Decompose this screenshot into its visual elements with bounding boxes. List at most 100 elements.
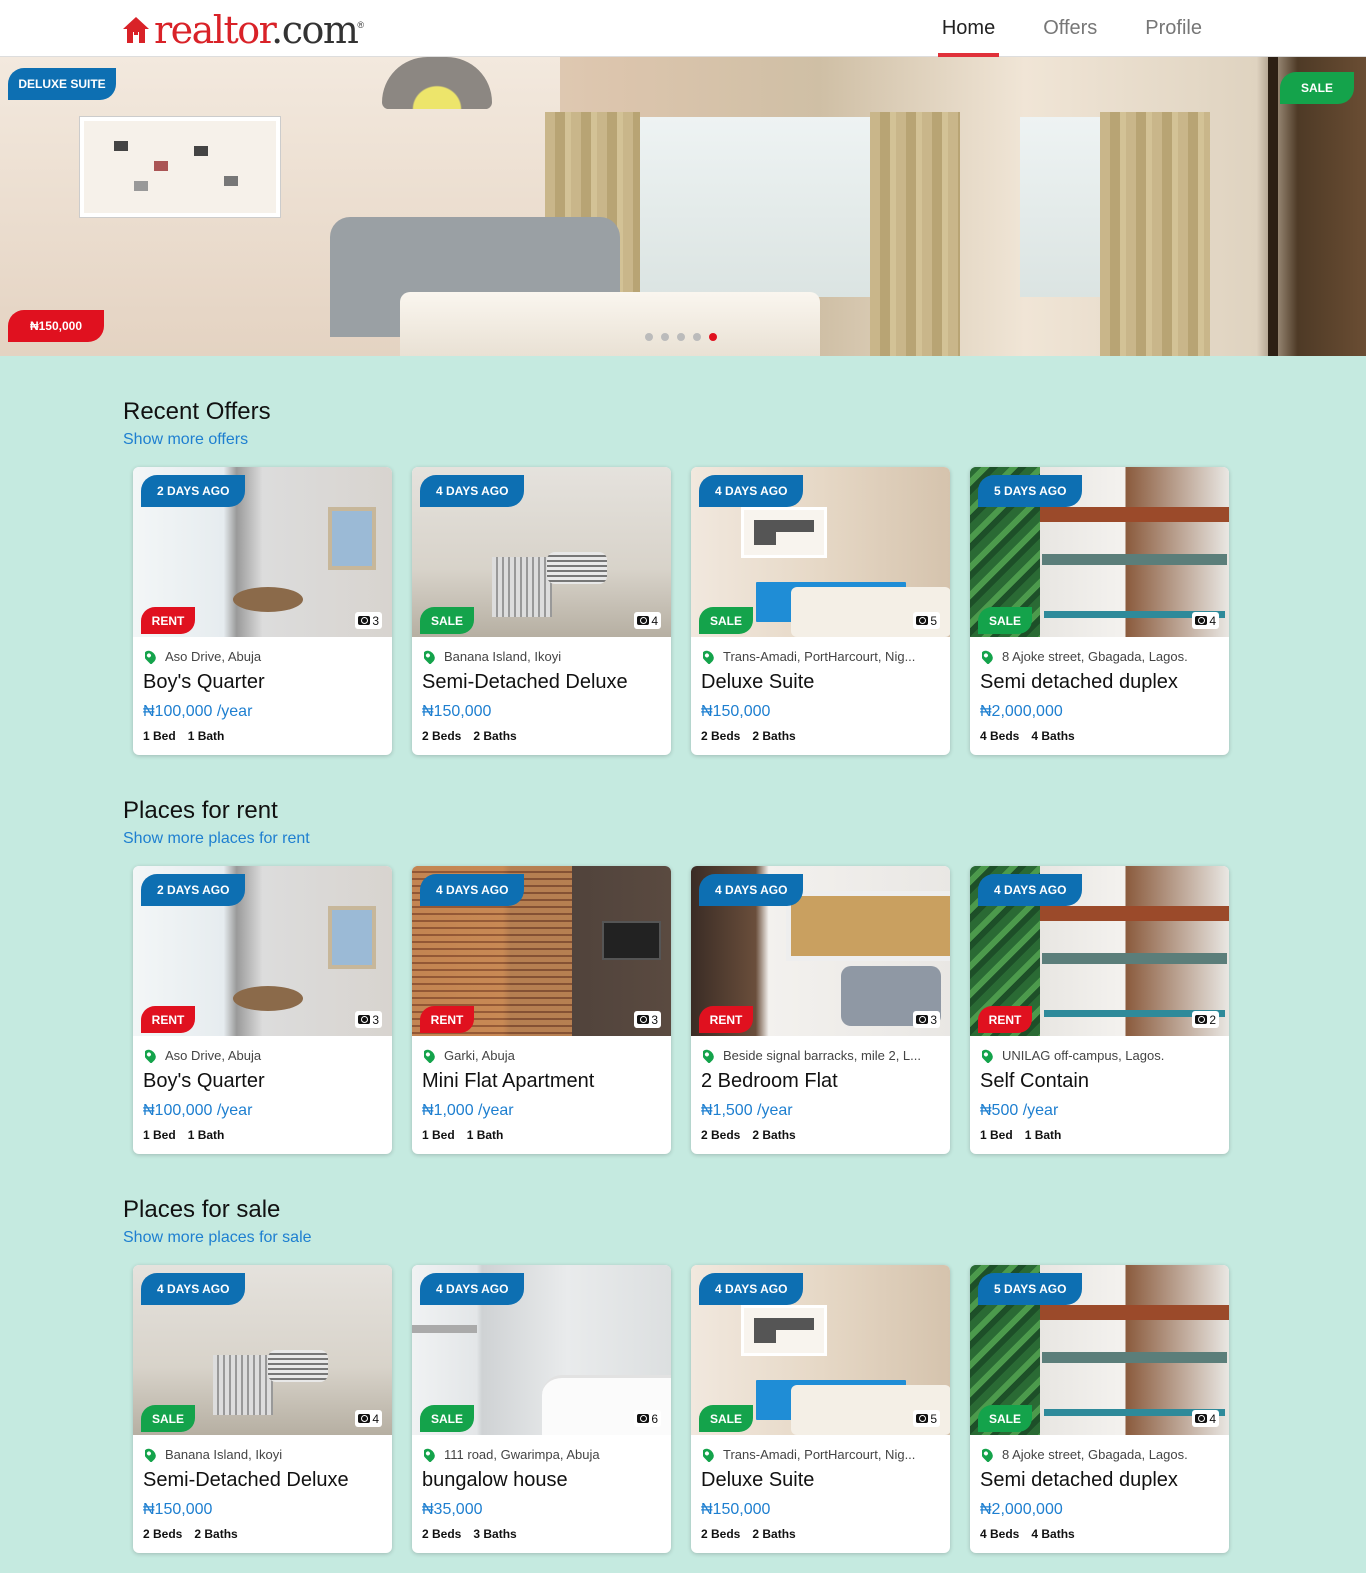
listing-card[interactable]: 4 DAYS AGO RENT 3 Garki, Abuja Mini Flat Apa… xyxy=(412,866,671,1154)
listed-ago-badge: 4 DAYS AGO xyxy=(420,1273,525,1305)
camera-icon xyxy=(637,1015,650,1024)
listing-title[interactable]: Self Contain xyxy=(980,1070,1089,1093)
listing-price: ₦500 /year xyxy=(980,1102,1059,1119)
listing-card[interactable]: 5 DAYS AGO SALE 4 8 Ajoke street, Gbagada, … xyxy=(970,1265,1229,1553)
listing-card[interactable]: 4 DAYS AGO SALE 5 Trans-Amadi, PortHarcourt… xyxy=(691,467,950,755)
listing-card[interactable]: 2 DAYS AGO RENT 3 Aso Drive, Abuja Boy's Qua… xyxy=(133,467,392,755)
listing-card[interactable]: 4 DAYS AGO RENT 3 Beside signal barracks, m… xyxy=(691,866,950,1154)
listing-price: ₦35,000 xyxy=(422,1501,483,1518)
listing-location: Banana Island, Ikoyi xyxy=(145,1447,385,1462)
map-pin-icon xyxy=(424,1048,438,1063)
listing-card[interactable]: 4 DAYS AGO SALE 4 Banana Island, Ikoyi Semi-… xyxy=(412,467,671,755)
realtor-logo[interactable]: realtor.com ® xyxy=(122,10,364,50)
hero-image-window xyxy=(640,117,870,297)
listing-card[interactable]: 2 DAYS AGO RENT 3 Aso Drive, Abuja Boy's Qua… xyxy=(133,866,392,1154)
listing-card[interactable]: 4 DAYS AGO SALE 6 111 road, Gwarimpa, Abuja… xyxy=(412,1265,671,1553)
listing-rooms: 2 Beds 2 Baths xyxy=(701,1527,796,1541)
listing-baths: 2 Baths xyxy=(752,1527,796,1541)
show-more-sale-link[interactable]: Show more places for sale xyxy=(123,1229,312,1247)
listed-ago-badge: 2 DAYS AGO xyxy=(141,475,246,507)
listing-rooms: 2 Beds 2 Baths xyxy=(701,1128,796,1142)
listing-beds: 1 Bed xyxy=(422,1128,455,1142)
listed-ago-badge: 4 DAYS AGO xyxy=(699,1273,804,1305)
hero-slide-divider xyxy=(1268,57,1278,356)
listing-rooms: 4 Beds 4 Baths xyxy=(980,1527,1075,1541)
photo-count: 5 xyxy=(913,1410,940,1427)
photo-count: 2 xyxy=(1192,1011,1219,1028)
listing-title[interactable]: 2 Bedroom Flat xyxy=(701,1070,838,1093)
listing-title[interactable]: Boy's Quarter xyxy=(143,671,265,694)
photo-count-value: 5 xyxy=(930,613,937,628)
listing-title[interactable]: Semi-Detached Deluxe xyxy=(422,671,628,694)
listing-baths: 2 Baths xyxy=(752,729,796,743)
map-pin-icon xyxy=(424,649,438,664)
listing-title[interactable]: Mini Flat Apartment xyxy=(422,1070,594,1093)
nav-home[interactable]: Home xyxy=(918,0,1019,57)
listing-title[interactable]: Semi detached duplex xyxy=(980,671,1178,694)
carousel-dot[interactable] xyxy=(677,333,685,341)
listing-card[interactable]: 4 DAYS AGO RENT 2 UNILAG off-campus, Lagos.… xyxy=(970,866,1229,1154)
listing-beds: 2 Beds xyxy=(422,1527,462,1541)
listing-baths: 2 Baths xyxy=(752,1128,796,1142)
listing-baths: 3 Baths xyxy=(473,1527,517,1541)
camera-icon xyxy=(358,1414,371,1423)
hero-status-tag: SALE xyxy=(1280,72,1354,104)
logo-wordmark: realtor.com xyxy=(154,8,359,52)
listing-location: Trans-Amadi, PortHarcourt, Nig... xyxy=(703,649,943,664)
hero-price-tag: ₦150,000 xyxy=(8,310,104,342)
listing-rooms: 2 Beds 2 Baths xyxy=(422,729,517,743)
carousel-dots xyxy=(645,333,717,341)
photo-count-value: 3 xyxy=(372,1012,379,1027)
camera-icon xyxy=(358,616,371,625)
nav-profile[interactable]: Profile xyxy=(1121,0,1226,57)
carousel-dot[interactable] xyxy=(661,333,669,341)
listing-title[interactable]: Boy's Quarter xyxy=(143,1070,265,1093)
listing-baths: 4 Baths xyxy=(1031,1527,1075,1541)
listing-status-badge: RENT xyxy=(420,1006,474,1033)
listing-title[interactable]: Deluxe Suite xyxy=(701,1469,814,1492)
photo-count: 6 xyxy=(634,1410,661,1427)
listing-card[interactable]: 5 DAYS AGO SALE 4 8 Ajoke street, Gbagada, … xyxy=(970,467,1229,755)
nav-offers[interactable]: Offers xyxy=(1019,0,1121,57)
listing-title[interactable]: bungalow house xyxy=(422,1469,568,1492)
listing-title[interactable]: Semi-Detached Deluxe xyxy=(143,1469,349,1492)
listing-beds: 2 Beds xyxy=(143,1527,183,1541)
hero-image-curtain xyxy=(1100,112,1210,356)
listing-card[interactable]: 4 DAYS AGO SALE 5 Trans-Amadi, PortHarcourt… xyxy=(691,1265,950,1553)
listing-price: ₦2,000,000 xyxy=(980,703,1063,720)
site-header: realtor.com ® Home Offers Profile xyxy=(0,0,1366,57)
show-more-offers-link[interactable]: Show more offers xyxy=(123,431,248,449)
listing-location: Trans-Amadi, PortHarcourt, Nig... xyxy=(703,1447,943,1462)
section-title-places-for-rent: Places for rent xyxy=(123,797,278,824)
carousel-dot-active[interactable] xyxy=(709,333,717,341)
camera-icon xyxy=(916,1015,929,1024)
hero-carousel[interactable]: DELUXE SUITE ₦150,000 SALE xyxy=(0,57,1366,356)
listing-location: Aso Drive, Abuja xyxy=(145,1048,385,1063)
listing-rooms: 1 Bed 1 Bath xyxy=(143,729,224,743)
listed-ago-badge: 4 DAYS AGO xyxy=(141,1273,246,1305)
listing-beds: 1 Bed xyxy=(143,729,176,743)
map-pin-icon xyxy=(703,1447,717,1462)
camera-icon xyxy=(637,616,650,625)
listing-price: ₦1,000 /year xyxy=(422,1102,514,1119)
photo-count-value: 4 xyxy=(372,1411,379,1426)
listing-location-text: Aso Drive, Abuja xyxy=(165,649,262,664)
listing-status-badge: SALE xyxy=(699,1405,753,1432)
listing-card[interactable]: 4 DAYS AGO SALE 4 Banana Island, Ikoyi Semi-… xyxy=(133,1265,392,1553)
listing-baths: 2 Baths xyxy=(473,729,517,743)
carousel-dot[interactable] xyxy=(693,333,701,341)
listing-rooms: 1 Bed 1 Bath xyxy=(422,1128,503,1142)
camera-icon xyxy=(1195,616,1208,625)
listing-rooms: 2 Beds 3 Baths xyxy=(422,1527,517,1541)
listing-price: ₦150,000 xyxy=(701,1501,771,1518)
listing-location-text: 8 Ajoke street, Gbagada, Lagos. xyxy=(1002,1447,1188,1462)
listing-title[interactable]: Semi detached duplex xyxy=(980,1469,1178,1492)
listing-status-badge: SALE xyxy=(420,1405,474,1432)
listed-ago-badge: 2 DAYS AGO xyxy=(141,874,246,906)
carousel-dot[interactable] xyxy=(645,333,653,341)
listing-title[interactable]: Deluxe Suite xyxy=(701,671,814,694)
photo-count: 4 xyxy=(1192,612,1219,629)
show-more-rent-link[interactable]: Show more places for rent xyxy=(123,830,310,848)
listed-ago-badge: 5 DAYS AGO xyxy=(978,475,1083,507)
listing-rooms: 1 Bed 1 Bath xyxy=(143,1128,224,1142)
